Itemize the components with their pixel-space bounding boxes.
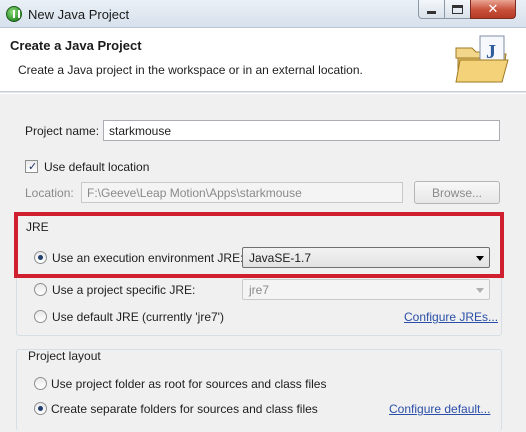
default-jre-radio[interactable] <box>34 310 47 323</box>
root-folder-radio[interactable] <box>34 377 47 390</box>
use-default-location-label: Use default location <box>44 160 150 174</box>
checkmark-icon: ✓ <box>28 160 38 173</box>
close-icon: ✕ <box>487 1 499 17</box>
use-default-location-checkbox[interactable]: ✓ <box>25 160 38 173</box>
close-button[interactable]: ✕ <box>470 0 516 19</box>
separate-folders-label: Create separate folders for sources and … <box>51 402 318 416</box>
location-label: Location: <box>25 186 74 200</box>
default-jre-label: Use default JRE (currently 'jre7') <box>52 310 224 324</box>
project-specific-jre-radio[interactable] <box>34 283 47 296</box>
project-name-label: Project name: <box>25 124 100 138</box>
configure-jres-link[interactable]: Configure JREs... <box>404 310 498 324</box>
page-title: Create a Java Project <box>10 38 142 53</box>
maximize-button[interactable] <box>444 0 471 19</box>
project-layout-title: Project layout <box>28 349 101 363</box>
title-bar: New Java Project ✕ <box>0 0 526 28</box>
wizard-header: Create a Java Project Create a Java proj… <box>0 28 526 92</box>
minimize-button[interactable] <box>418 0 445 19</box>
location-input[interactable]: F:\Geeve\Leap Motion\Apps\starkmouse <box>81 182 403 203</box>
project-jre-value: jre7 <box>249 283 270 297</box>
chevron-down-icon <box>476 288 484 293</box>
browse-button[interactable]: Browse... <box>414 181 500 204</box>
eclipse-icon <box>6 6 22 22</box>
project-specific-jre-label: Use a project specific JRE: <box>52 283 196 297</box>
page-description: Create a Java project in the workspace o… <box>18 63 363 77</box>
project-name-input[interactable]: starkmouse <box>103 120 500 141</box>
root-folder-label: Use project folder as root for sources a… <box>51 377 327 391</box>
java-folder-icon: J <box>455 35 509 83</box>
highlight-box <box>14 212 504 278</box>
minimize-icon <box>427 10 436 14</box>
separate-folders-radio[interactable] <box>34 402 47 415</box>
maximize-icon <box>452 4 463 14</box>
window-title: New Java Project <box>28 7 130 22</box>
project-jre-select[interactable]: jre7 <box>242 279 490 300</box>
configure-default-link[interactable]: Configure default... <box>389 402 490 416</box>
